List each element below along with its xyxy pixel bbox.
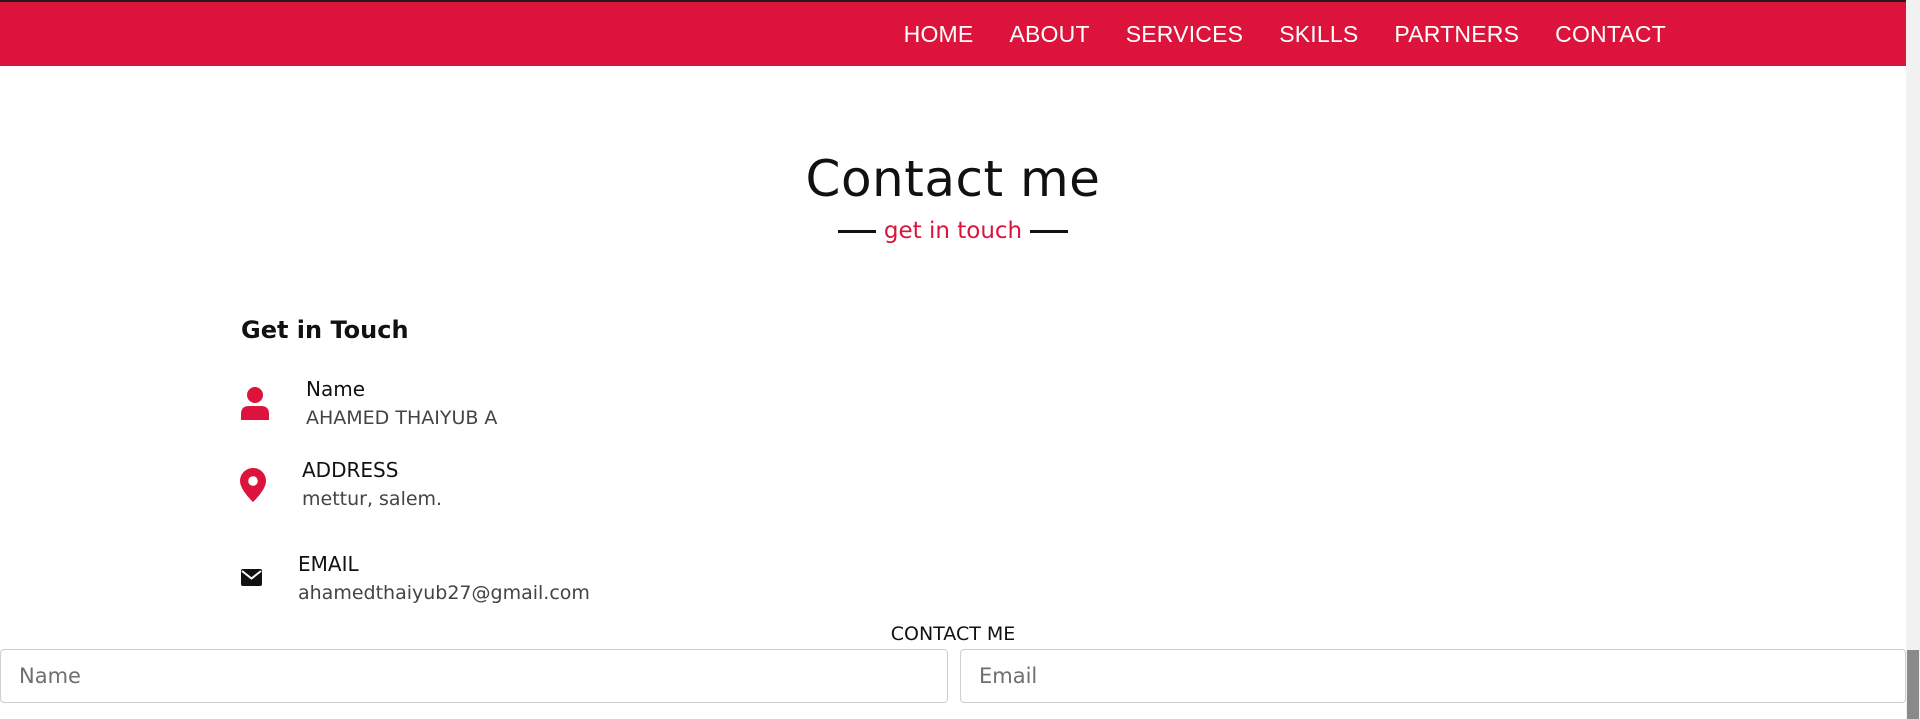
page-scrollbar[interactable] [1906,0,1920,719]
email-label: EMAIL [298,552,359,576]
email-input[interactable] [960,649,1906,703]
subtitle-right-dash [1030,229,1069,233]
user-icon [240,386,270,420]
section-title: Contact me [805,150,1101,208]
nav-about-link[interactable]: ABOUT [1009,21,1089,48]
nav-skills-link[interactable]: SKILLS [1279,21,1358,48]
page: HOME ABOUT SERVICES SKILLS PARTNERS CONT… [0,0,1920,719]
contact-form-title: CONTACT ME [890,623,1016,645]
name-input[interactable] [0,649,948,703]
map-pin-icon [240,468,266,502]
scrollbar-thumb[interactable] [1907,650,1919,719]
nav-contact-link[interactable]: CONTACT [1555,21,1666,48]
name-value: AHAMED THAIYUB A [306,407,498,429]
nav-services-link[interactable]: SERVICES [1126,21,1244,48]
get-in-touch-heading: Get in Touch [241,316,409,344]
navbar: HOME ABOUT SERVICES SKILLS PARTNERS CONT… [0,2,1906,66]
section-subtitle-row: get in touch [0,218,1906,244]
nav-partners-link[interactable]: PARTNERS [1394,21,1519,48]
nav-links: HOME ABOUT SERVICES SKILLS PARTNERS CONT… [904,2,1666,66]
subtitle-left-dash [837,229,876,233]
email-value: ahamedthaiyub27@gmail.com [298,582,590,604]
envelope-icon [241,569,262,586]
address-value: mettur, salem. [302,488,443,510]
nav-home-link[interactable]: HOME [904,21,974,48]
address-label: ADDRESS [302,458,399,482]
name-label: Name [306,377,366,401]
section-subtitle: get in touch [883,218,1023,244]
